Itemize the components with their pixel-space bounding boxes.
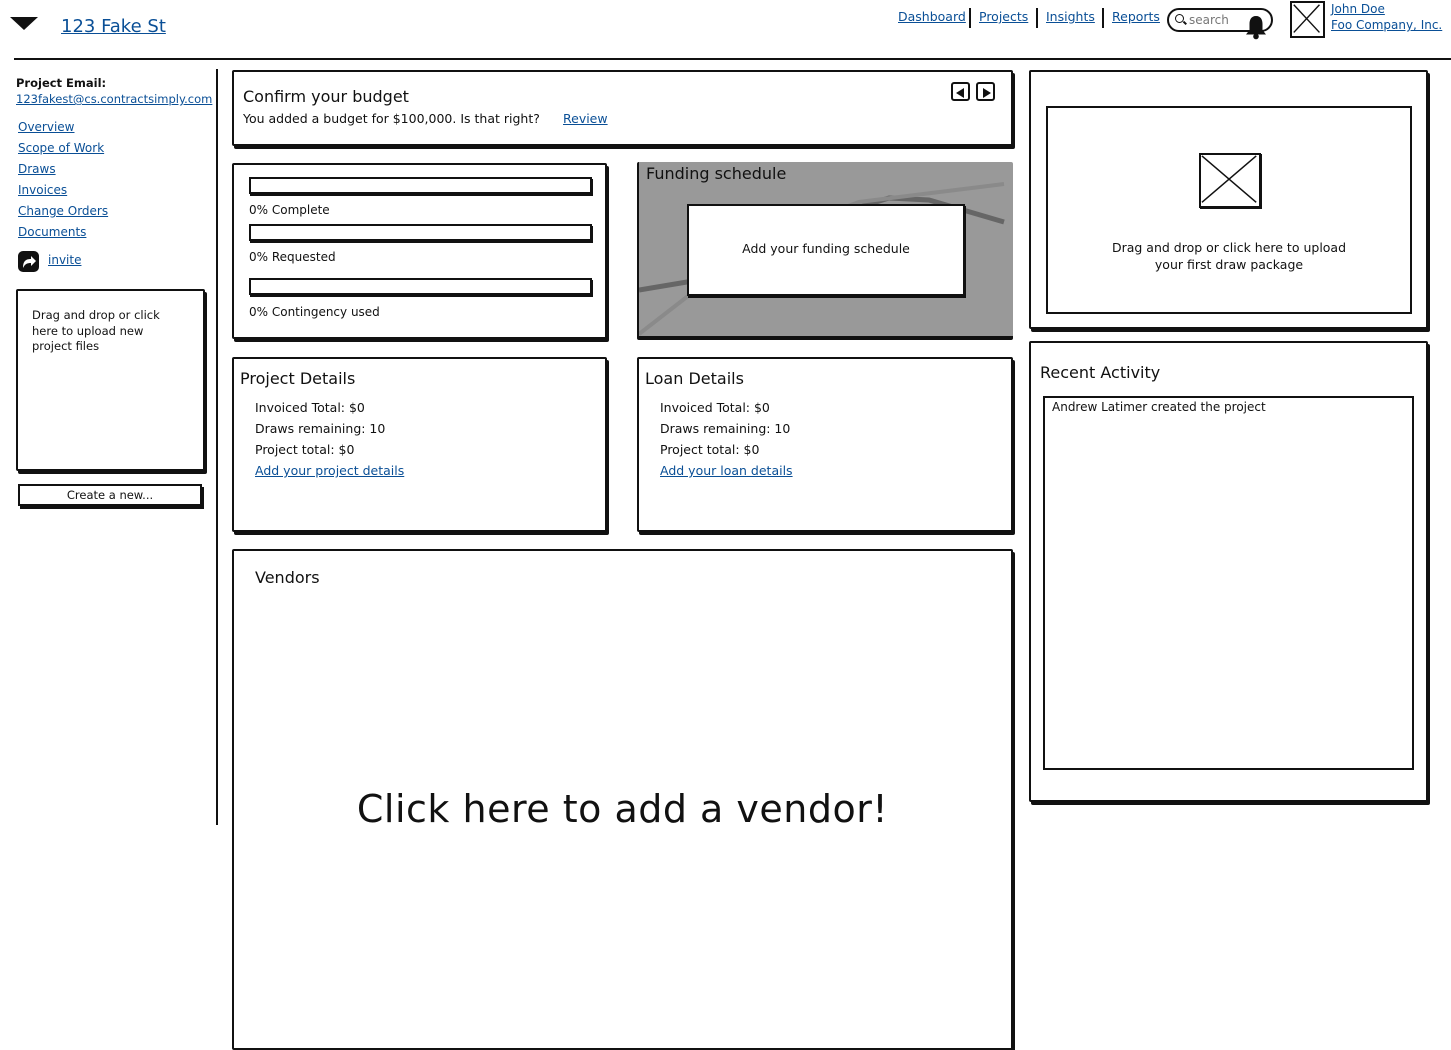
nav-dashboard[interactable]: Dashboard — [898, 9, 966, 24]
progress-bar-complete — [249, 177, 592, 194]
project-files-dropzone[interactable]: Drag and drop or click here to upload ne… — [16, 289, 205, 471]
create-new-button[interactable]: Create a new... — [18, 484, 202, 506]
user-name-link[interactable]: John Doe — [1331, 2, 1385, 16]
project-total: Project total: $0 — [255, 442, 355, 457]
sidebar-divider — [216, 69, 218, 825]
draw-dropzone-text: Drag and drop or click here to upload yo… — [1048, 240, 1410, 273]
header-divider — [14, 58, 1451, 60]
nav-insights[interactable]: Insights — [1046, 9, 1095, 24]
sidebar-link-documents[interactable]: Documents — [18, 225, 86, 239]
add-vendor-cta[interactable]: Click here to add a vendor! — [234, 787, 1011, 831]
activity-list[interactable]: Andrew Latimer created the project — [1043, 396, 1414, 770]
budget-confirm-panel: Confirm your budget You added a budget f… — [232, 70, 1013, 146]
previous-icon[interactable] — [951, 82, 970, 101]
project-details-panel: Project Details Invoiced Total: $0 Draws… — [232, 357, 607, 532]
budget-title: Confirm your budget — [243, 87, 409, 106]
sidebar-link-change-orders[interactable]: Change Orders — [18, 204, 108, 218]
draw-package-dropzone[interactable]: Drag and drop or click here to upload yo… — [1046, 106, 1412, 314]
sidebar-link-scope-of-work[interactable]: Scope of Work — [18, 141, 104, 155]
loan-invoiced-total: Invoiced Total: $0 — [660, 400, 770, 415]
progress-bar-contingency — [249, 278, 592, 295]
project-details-title: Project Details — [240, 369, 356, 388]
loan-details-title: Loan Details — [645, 369, 744, 388]
funding-schedule-panel[interactable]: Funding schedule Add your funding schedu… — [637, 162, 1013, 340]
draw-dropzone-text-line2: your first draw package — [1154, 256, 1304, 272]
share-arrow-icon[interactable] — [18, 251, 39, 272]
sidebar-link-overview[interactable]: Overview — [18, 120, 75, 134]
project-email-label: Project Email: — [16, 76, 107, 90]
invite-link[interactable]: invite — [48, 253, 81, 267]
add-funding-schedule-button[interactable]: Add your funding schedule — [687, 204, 965, 296]
project-invoiced-total: Invoiced Total: $0 — [255, 400, 365, 415]
project-draws-remaining: Draws remaining: 10 — [255, 421, 386, 436]
nav-separator — [969, 8, 971, 28]
recent-activity-panel: Recent Activity Andrew Latimer created t… — [1029, 341, 1428, 802]
avatar-image-icon[interactable] — [1290, 1, 1325, 38]
progress-panel: 0% Complete 0% Requested 0% Contingency … — [232, 163, 607, 339]
search-icon — [1175, 14, 1184, 23]
add-loan-details-link[interactable]: Add your loan details — [660, 463, 793, 478]
draw-dropzone-text-line1: Drag and drop or click here to upload — [1111, 240, 1347, 255]
activity-item: Andrew Latimer created the project — [1052, 400, 1266, 414]
add-project-details-link[interactable]: Add your project details — [255, 463, 404, 478]
project-title-link[interactable]: 123 Fake St — [61, 16, 166, 37]
progress-label-contingency: 0% Contingency used — [249, 305, 380, 319]
user-company-link[interactable]: Foo Company, Inc. — [1331, 18, 1442, 32]
loan-draws-remaining: Draws remaining: 10 — [660, 421, 791, 436]
draw-package-panel: Drag and drop or click here to upload yo… — [1029, 70, 1428, 329]
progress-label-complete: 0% Complete — [249, 203, 330, 217]
nav-separator — [1036, 8, 1038, 28]
next-icon[interactable] — [976, 82, 995, 101]
bell-icon[interactable] — [1245, 14, 1267, 40]
vendors-panel[interactable]: Vendors Click here to add a vendor! — [232, 549, 1013, 1050]
recent-activity-title: Recent Activity — [1040, 363, 1161, 382]
nav-projects[interactable]: Projects — [979, 9, 1028, 24]
nav-reports[interactable]: Reports — [1112, 9, 1160, 24]
budget-message: You added a budget for $100,000. Is that… — [243, 111, 540, 126]
image-placeholder-icon — [1199, 153, 1261, 208]
loan-project-total: Project total: $0 — [660, 442, 760, 457]
project-email-link[interactable]: 123fakest@cs.contractsimply.com — [16, 92, 212, 106]
nav-separator — [1102, 8, 1104, 28]
dropzone-text: Drag and drop or click here to upload ne… — [32, 308, 160, 353]
progress-bar-requested — [249, 224, 592, 241]
menu-dropdown-icon[interactable] — [10, 17, 38, 30]
progress-label-requested: 0% Requested — [249, 250, 336, 264]
vendors-title: Vendors — [255, 568, 320, 587]
sidebar-link-invoices[interactable]: Invoices — [18, 183, 67, 197]
sidebar-link-draws[interactable]: Draws — [18, 162, 56, 176]
review-link[interactable]: Review — [563, 111, 608, 126]
funding-title: Funding schedule — [646, 164, 787, 183]
loan-details-panel: Loan Details Invoiced Total: $0 Draws re… — [637, 357, 1013, 532]
